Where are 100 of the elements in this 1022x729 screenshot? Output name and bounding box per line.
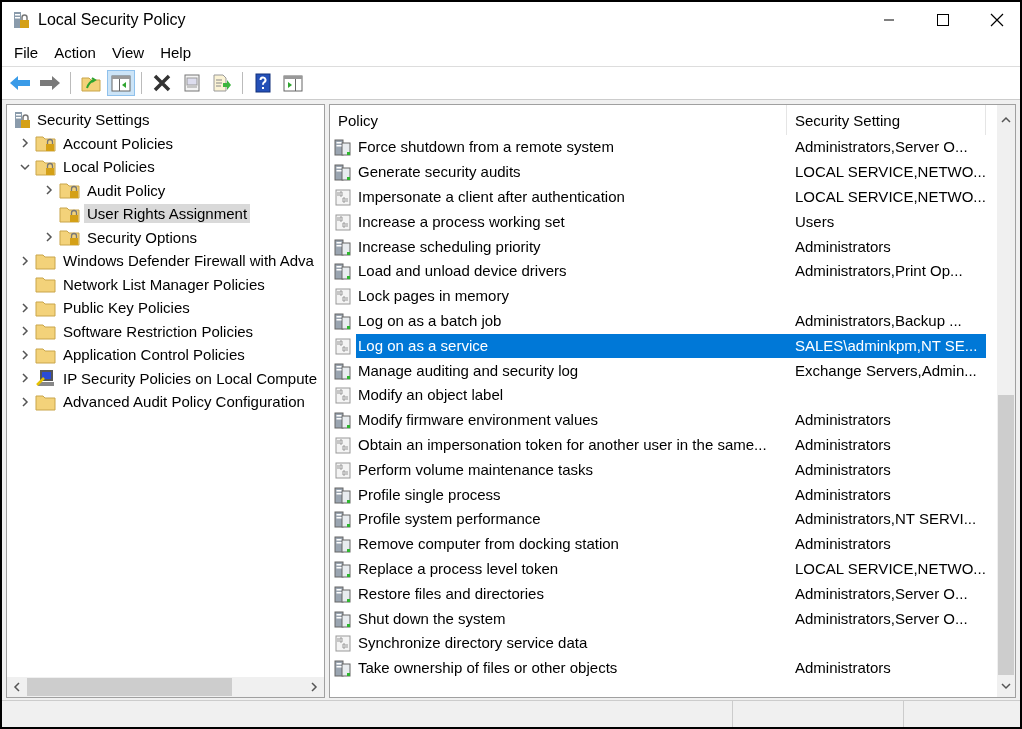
close-icon[interactable] [990, 13, 1004, 27]
scrollbar-thumb[interactable] [27, 678, 232, 696]
menu-item[interactable]: File [6, 43, 47, 61]
expand-chevron-icon[interactable] [20, 349, 30, 360]
tree-item[interactable]: Network List Manager Policies [60, 274, 268, 294]
expand-chevron-icon[interactable] [20, 396, 30, 407]
expand-chevron-icon[interactable] [44, 185, 54, 196]
server-policy-icon [334, 535, 352, 554]
tree-item[interactable]: Security Options [84, 227, 201, 247]
policy-cell[interactable]: Log on as a service [356, 333, 787, 358]
policy-cell[interactable]: Modify firmware environment values [356, 408, 787, 433]
policy-cell[interactable]: Generate security audits [356, 160, 787, 185]
scroll-down-icon[interactable] [1001, 681, 1011, 691]
setting-cell-text: Administrators,Print Op... [794, 261, 964, 282]
console-tree-icon [111, 74, 131, 92]
collapse-chevron-icon[interactable] [20, 161, 30, 172]
policy-cell[interactable]: Manage auditing and security log [356, 358, 787, 383]
expand-chevron-icon[interactable] [20, 138, 30, 149]
policy-cell[interactable]: Take ownership of files or other objects [356, 656, 787, 681]
tree-item[interactable]: Windows Defender Firewall with Adva [60, 251, 317, 271]
menu-item[interactable]: Help [152, 43, 199, 61]
locked-folder-icon [59, 204, 81, 223]
tree-item[interactable]: Advanced Audit Policy Configuration [60, 392, 308, 412]
column-header[interactable]: Policy [330, 105, 787, 135]
tree-item[interactable]: Software Restriction Policies [60, 321, 257, 341]
policy-cell[interactable]: Increase scheduling priority [356, 234, 787, 259]
maximize-icon[interactable] [937, 14, 949, 26]
binary-policy-icon [334, 287, 352, 306]
folder-up-icon [81, 74, 101, 92]
policy-cell[interactable]: Replace a process level token [356, 556, 787, 581]
scroll-left-icon[interactable] [12, 682, 22, 692]
window-title: Local Security Policy [38, 11, 187, 29]
policy-cell[interactable]: Load and unload device drivers [356, 259, 787, 284]
folder-icon [35, 251, 57, 270]
tree-item[interactable]: Local Policies [60, 157, 158, 177]
server-policy-icon [334, 237, 352, 256]
binary-policy-icon [334, 460, 352, 479]
locked-folder-icon [59, 228, 81, 247]
policy-cell[interactable]: Profile single process [356, 482, 787, 507]
server-policy-icon [334, 262, 352, 281]
delete-x-icon [152, 74, 172, 92]
policy-cell[interactable]: Modify an object label [356, 383, 787, 408]
help-icon [253, 73, 273, 93]
folder-icon [35, 345, 57, 364]
server-policy-icon [334, 163, 352, 182]
locked-folder-icon [35, 157, 57, 176]
binary-policy-icon [334, 188, 352, 206]
folder-icon [35, 322, 57, 341]
server-policy-icon [334, 659, 352, 678]
computer-lock-icon [12, 11, 30, 29]
setting-cell-text: Users [794, 211, 836, 232]
setting-cell-text: LOCAL SERVICE,NETWO... [794, 558, 986, 579]
tree-item[interactable]: Security Settings [34, 110, 153, 130]
policy-cell[interactable]: Perform volume maintenance tasks [356, 457, 787, 482]
tree-item[interactable]: User Rights Assignment [84, 204, 251, 224]
policy-cell[interactable]: Shut down the system [356, 606, 787, 631]
tree-item[interactable]: IP Security Policies on Local Compute [60, 368, 321, 388]
setting-cell-text: Administrators [794, 459, 892, 480]
setting-cell-text: Administrators [794, 236, 892, 257]
binary-policy-icon [334, 336, 352, 355]
expand-chevron-icon[interactable] [20, 326, 30, 337]
setting-cell-text: Administrators [794, 484, 892, 505]
policy-cell[interactable]: Force shutdown from a remote system [356, 135, 787, 160]
tree-item[interactable]: Account Policies [60, 133, 177, 153]
server-policy-icon [334, 609, 352, 628]
tree-item[interactable]: Public Key Policies [60, 298, 193, 318]
setting-cell-text: LOCAL SERVICE,NETWO... [794, 162, 986, 183]
policy-cell[interactable]: Remove computer from docking station [356, 532, 787, 557]
tree-item[interactable]: Audit Policy [84, 180, 169, 200]
binary-policy-icon [334, 386, 352, 405]
expand-chevron-icon[interactable] [20, 373, 30, 384]
menu-item[interactable]: Action [46, 43, 104, 61]
setting-cell-text: Administrators [794, 658, 892, 679]
action-pane-icon [283, 74, 303, 92]
tree-item[interactable]: Application Control Policies [60, 345, 248, 365]
setting-cell: SALES\adminkpm,NT SE... [787, 333, 986, 358]
policy-cell[interactable]: Impersonate a client after authentication [356, 185, 787, 209]
scroll-up-icon[interactable] [1001, 115, 1011, 125]
computer-key-icon [35, 369, 57, 388]
setting-cell-text: LOCAL SERVICE,NETWO... [794, 187, 986, 207]
scrollbar-thumb[interactable] [998, 395, 1014, 675]
locked-folder-icon [35, 134, 57, 153]
forward-arrow-icon [39, 74, 61, 92]
setting-cell-text: Administrators,Server O... [794, 583, 969, 604]
server-policy-icon [334, 138, 352, 157]
column-header[interactable]: Security Setting [787, 105, 986, 135]
policy-cell[interactable]: Lock pages in memory [356, 284, 787, 309]
setting-cell-text: Administrators [794, 534, 892, 555]
expand-chevron-icon[interactable] [20, 302, 30, 313]
policy-cell[interactable]: Synchronize directory service data [356, 631, 787, 656]
expand-chevron-icon[interactable] [20, 255, 30, 266]
expand-chevron-icon[interactable] [44, 232, 54, 243]
server-policy-icon [334, 510, 352, 529]
scroll-right-icon[interactable] [309, 682, 319, 692]
policy-cell[interactable]: Profile system performance [356, 507, 787, 532]
menu-item[interactable]: View [103, 43, 153, 61]
policy-cell[interactable]: Log on as a batch job [356, 308, 787, 333]
policy-cell[interactable]: Restore files and directories [356, 581, 787, 606]
policy-cell[interactable]: Increase a process working set [356, 209, 787, 234]
policy-cell[interactable]: Obtain an impersonation token for another user in the same... [356, 432, 787, 457]
